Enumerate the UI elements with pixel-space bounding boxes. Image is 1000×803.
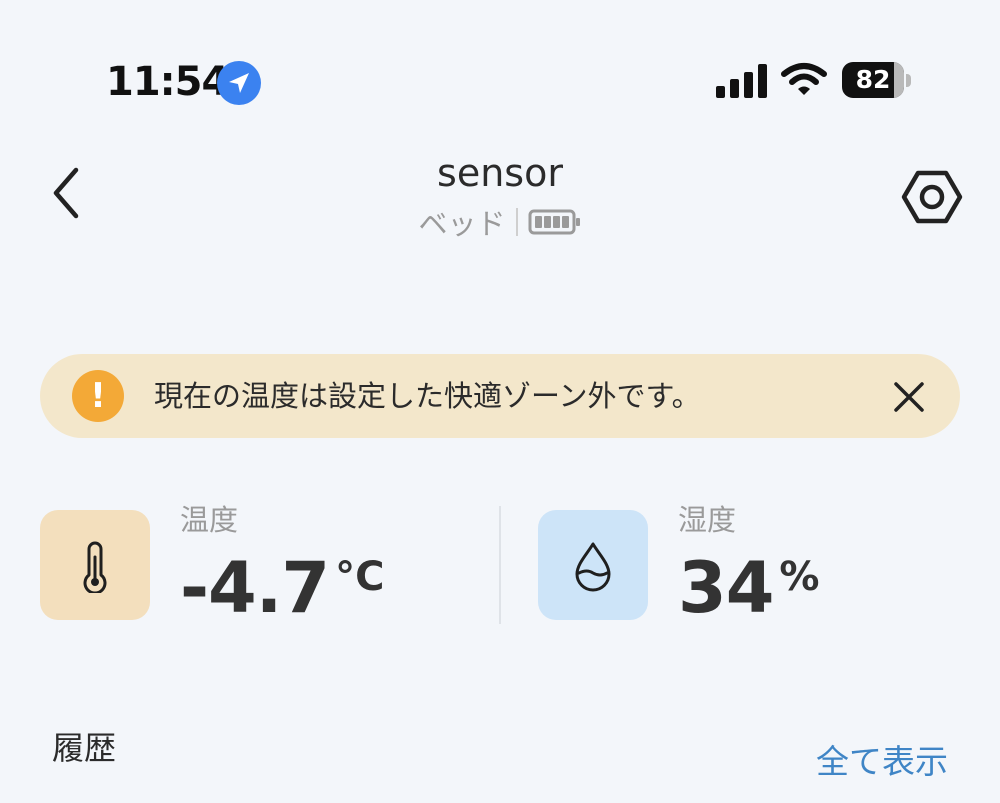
status-bar: 11:54 82	[0, 0, 1000, 140]
temperature-label: 温度	[180, 503, 239, 537]
battery-level: 82	[855, 65, 891, 94]
show-all-history-link[interactable]: 全て表示	[760, 740, 948, 784]
temperature-value-group: -4.7 °C	[180, 548, 384, 628]
close-icon	[894, 382, 924, 412]
status-time: 11:54	[106, 59, 229, 105]
device-subtitle: ベッド	[300, 202, 700, 242]
back-button[interactable]	[44, 162, 92, 224]
exclamation-icon: !	[72, 370, 124, 422]
temperature-tile	[40, 510, 150, 620]
page-title: sensor	[437, 151, 563, 195]
location-arrow-icon	[217, 61, 261, 105]
humidity-label: 湿度	[678, 503, 737, 537]
water-drop-icon	[575, 542, 611, 592]
readings-divider	[499, 506, 501, 624]
settings-button[interactable]	[900, 166, 964, 228]
subtitle-divider	[515, 208, 518, 236]
battery-icon: 82	[842, 62, 914, 100]
cellular-signal-icon	[716, 64, 767, 98]
history-title: 履歴	[52, 729, 117, 767]
thermometer-icon	[83, 541, 107, 593]
battery-tip	[906, 74, 911, 87]
humidity-value: 34	[678, 547, 774, 629]
temperature-unit: °C	[335, 554, 385, 600]
hexagon-gear-icon	[901, 170, 963, 224]
alert-message: 現在の温度は設定した快適ゾーン外です。	[154, 379, 701, 413]
device-location: ベッド	[418, 207, 506, 241]
temperature-value: -4.7	[180, 547, 330, 629]
battery-body: 82	[842, 62, 904, 98]
wifi-icon	[781, 63, 827, 95]
alert-close-button[interactable]	[890, 378, 928, 416]
device-battery-full-icon	[528, 209, 580, 235]
temperature-reading: 温度 -4.7 °C	[40, 500, 490, 630]
humidity-unit: %	[779, 554, 820, 600]
humidity-reading: 湿度 34%	[538, 500, 958, 630]
comfort-zone-alert: ! 現在の温度は設定した快適ゾーン外です。	[40, 354, 960, 438]
chevron-left-icon	[53, 167, 79, 219]
humidity-tile	[538, 510, 648, 620]
humidity-value-group: 34%	[678, 548, 820, 628]
